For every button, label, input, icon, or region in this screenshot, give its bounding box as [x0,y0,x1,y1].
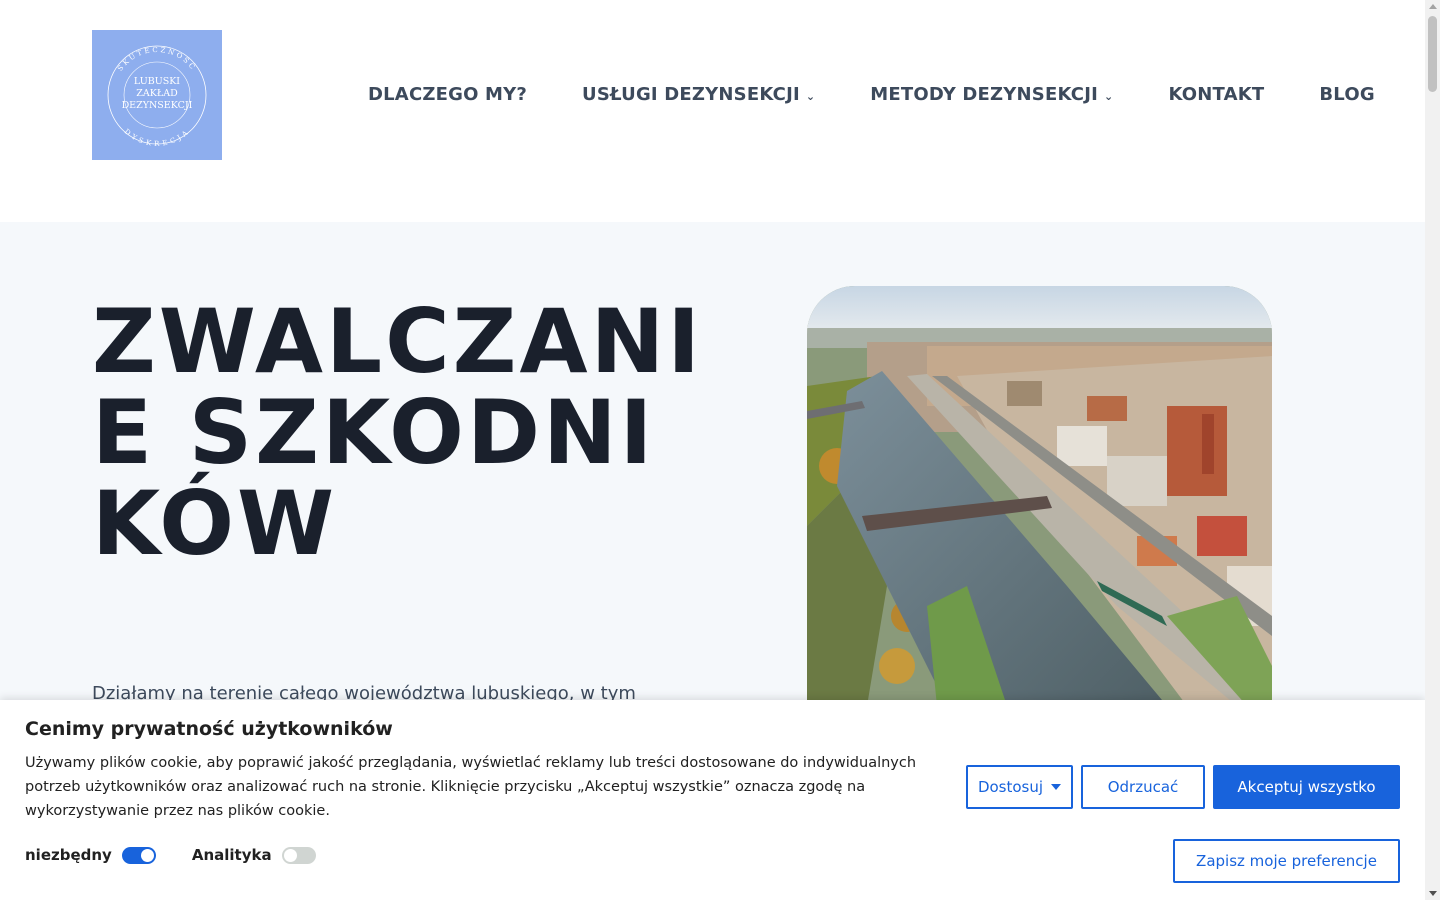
save-preferences-button[interactable]: Zapisz moje preferencje [1173,839,1400,883]
hero-title: ZWALCZANIE SZKODNIKÓW [92,290,703,575]
site-header: SKUTECZNOŚĆ DYSKRECJA LUBUSKI ZAKŁAD DEZ… [0,0,1425,222]
cookie-text: Używamy plików cookie, aby poprawić jako… [25,755,917,819]
scroll-thumb[interactable] [1428,16,1437,92]
logo-line-2: ZAKŁAD [136,88,178,99]
nav-item-label: METODY DEZYNSEKCJI [870,83,1099,105]
logo-line-3: DEZYNSEKCJI [122,100,193,111]
switch-knob [140,848,154,862]
nav-item-blog[interactable]: BLOG [1319,84,1374,105]
chevron-down-icon: ⌄ [1104,89,1114,103]
hero-image [807,286,1272,706]
svg-text:SKUTECZNOŚĆ: SKUTECZNOŚĆ [116,46,199,73]
accept-all-button[interactable]: Akceptuj wszystko [1213,765,1400,809]
necessary-switch[interactable] [121,846,156,864]
caret-down-icon [1051,784,1062,790]
logo-arc-bottom: DYSKRECJA [123,127,189,147]
switch-knob [283,848,297,862]
cookie-title: Cenimy prywatność użytkowników [25,718,393,740]
chevron-down-icon: ⌄ [805,89,816,103]
site-logo[interactable]: SKUTECZNOŚĆ DYSKRECJA LUBUSKI ZAKŁAD DEZ… [92,30,222,160]
nav-item-methods[interactable]: METODY DEZYNSEKCJI ⌄ [870,84,1113,105]
nav-item-label: DLACZEGO MY? [368,83,528,105]
reject-button[interactable]: Odrzucać [1081,765,1205,809]
page: SKUTECZNOŚĆ DYSKRECJA LUBUSKI ZAKŁAD DEZ… [0,0,1425,900]
nav-item-services[interactable]: USŁUGI DEZYNSEKCJI ⌄ [582,84,815,105]
toggle-label: niezbędny [25,846,112,864]
analytics-switch[interactable] [281,846,316,864]
aerial-city-river-photo-icon [807,286,1272,706]
scroll-down-arrow-icon[interactable] [1429,891,1437,896]
main-nav: DLACZEGO MY? USŁUGI DEZYNSEKCJI ⌄ METODY… [368,80,1375,108]
cookie-toggles: niezbędny Analityka [25,846,316,864]
nav-item-contact[interactable]: KONTAKT [1168,84,1264,105]
nav-item-label: BLOG [1319,83,1375,105]
toggle-necessary: niezbędny [25,846,156,864]
scroll-up-arrow-icon[interactable] [1429,4,1437,9]
logo-seal-icon: SKUTECZNOŚĆ DYSKRECJA LUBUSKI ZAKŁAD DEZ… [107,45,207,148]
logo-line-1: LUBUSKI [134,76,180,87]
nav-item-why-us[interactable]: DLACZEGO MY? [368,84,527,105]
page-scrollbar[interactable] [1425,0,1440,900]
svg-text:DYSKRECJA: DYSKRECJA [123,127,192,147]
toggle-label: Analityka [191,846,272,864]
logo-arc-top: SKUTECZNOŚĆ [116,46,196,73]
toggle-analytics: Analityka [192,846,316,864]
customize-button[interactable]: Dostosuj [966,765,1073,809]
nav-item-label: KONTAKT [1168,83,1265,105]
cookie-banner: Cenimy prywatność użytkowników Używamy p… [0,700,1425,900]
nav-item-label: USŁUGI DEZYNSEKCJI [582,83,800,105]
customize-label: Dostosuj [977,778,1044,796]
